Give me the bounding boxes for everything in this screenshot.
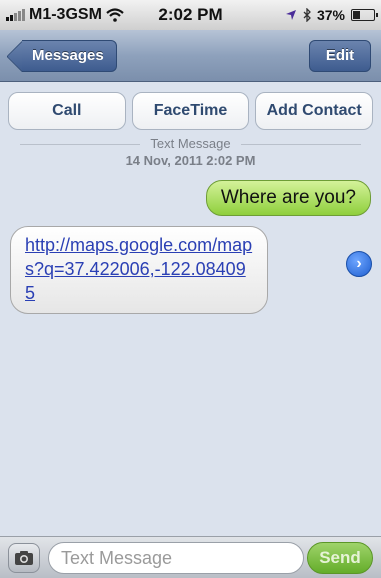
composer-bar: Send — [0, 536, 381, 578]
location-icon — [285, 10, 296, 20]
carrier-name: M1-3GSM — [29, 6, 102, 23]
signal-icon — [6, 9, 25, 21]
call-button[interactable]: Call — [8, 92, 126, 130]
facetime-button[interactable]: FaceTime — [131, 92, 250, 130]
thread-date: 14 Nov, 2011 2:02 PM — [125, 153, 256, 168]
message-input[interactable] — [48, 542, 304, 574]
divider-right — [241, 144, 361, 145]
status-right: 37% — [285, 7, 378, 23]
divider-left — [20, 144, 140, 145]
messages-back-button[interactable]: Messages — [22, 40, 117, 72]
status-left: M1-3GSM — [6, 6, 124, 24]
navigation-bar: Messages Edit — [0, 30, 381, 82]
bluetooth-icon — [303, 8, 311, 22]
send-button[interactable]: Send — [307, 542, 373, 574]
camera-icon — [15, 551, 33, 565]
maps-link[interactable]: http://maps.google.com/maps?q=37.422006,… — [25, 235, 252, 303]
battery-icon — [351, 9, 378, 21]
back-button-wrapper: Messages — [6, 30, 117, 82]
outgoing-message-bubble: Where are you? — [205, 180, 371, 216]
edit-button[interactable]: Edit — [309, 40, 371, 72]
disclosure-arrow-icon[interactable]: › — [346, 251, 372, 277]
add-contact-button[interactable]: Add Contact — [255, 92, 374, 130]
wifi-icon — [106, 8, 124, 22]
incoming-message-bubble: http://maps.google.com/maps?q=37.422006,… — [10, 226, 268, 314]
thread-header: Text Message 14 Nov, 2011 2:02 PM — [0, 136, 381, 168]
status-bar: M1-3GSM 2:02 PM 37% — [0, 0, 381, 30]
battery-percent: 37% — [316, 7, 345, 23]
camera-button[interactable] — [8, 543, 40, 573]
contact-actions: Call FaceTime Add Contact — [8, 92, 374, 130]
